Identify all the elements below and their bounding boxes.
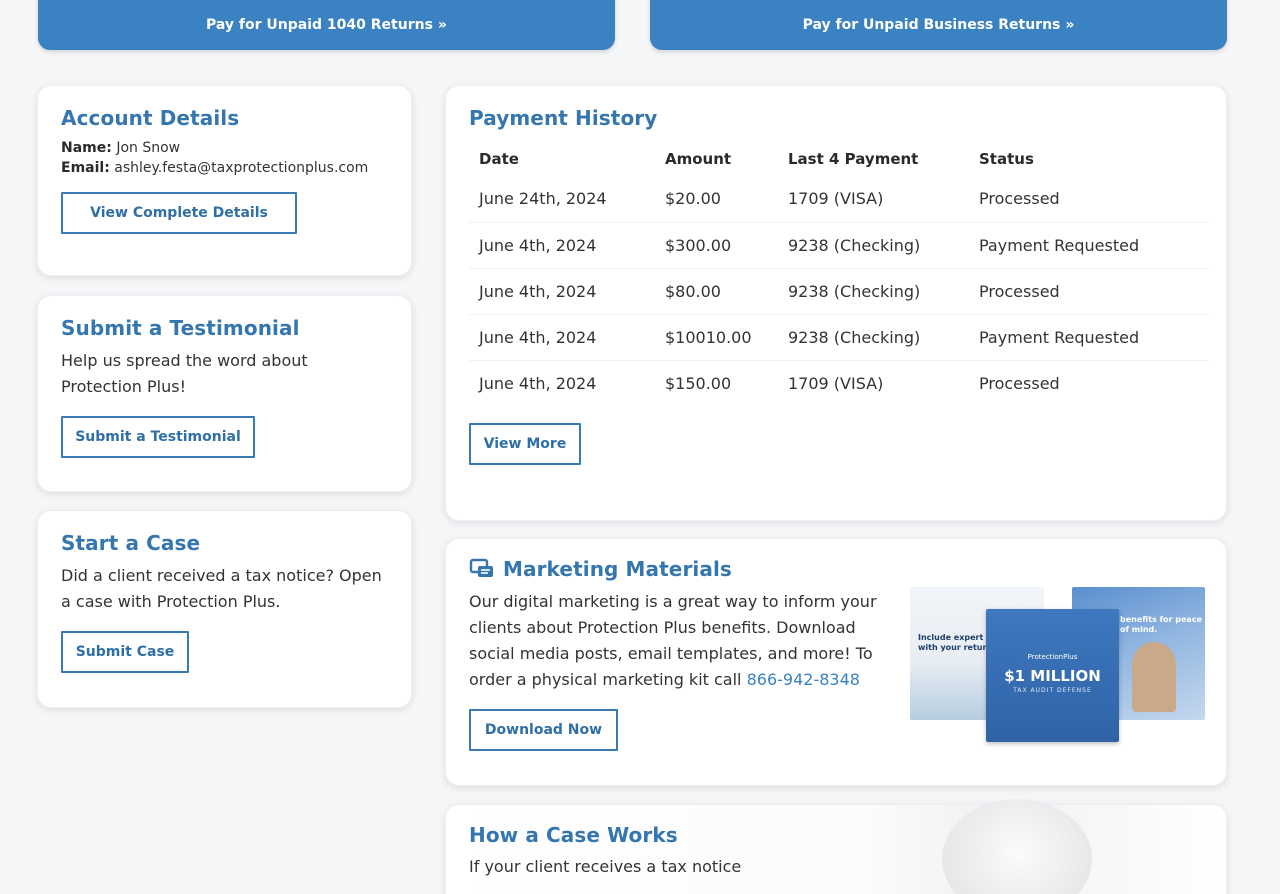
table-row: June 4th, 2024 $10010.00 9238 (Checking)… [469,314,1209,361]
cell-status: Payment Requested [969,314,1209,361]
payment-history-table: Date Amount Last 4 Payment Status June 2… [469,142,1209,406]
thumb-center-logo: ProtectionPlus [1027,653,1078,661]
payment-history-title: Payment History [469,106,658,130]
account-email-row: Email: ashley.festa@taxprotectionplus.co… [61,160,388,176]
pay-unpaid-1040-label: Pay for Unpaid 1040 Returns [206,17,433,33]
thumb-center-subtext: TAX AUDIT DEFENSE [1013,687,1092,694]
table-row: June 4th, 2024 $80.00 9238 (Checking) Pr… [469,268,1209,315]
account-details-title: Account Details [61,106,240,130]
column-header-date: Date [479,150,519,168]
email-label: Email: [61,160,110,176]
person-image [1132,642,1176,712]
cell-date: June 4th, 2024 [469,222,655,269]
table-row: June 24th, 2024 $20.00 1709 (VISA) Proce… [469,176,1209,223]
start-case-title: Start a Case [61,531,201,555]
cell-last4: 9238 (Checking) [778,314,969,361]
view-more-button[interactable]: View More [469,423,581,465]
how-case-works-title: How a Case Works [469,823,678,847]
marketing-materials-card: Marketing Materials Our digital marketin… [445,538,1227,786]
marketing-title-row: Marketing Materials [469,557,1203,581]
how-case-works-card: How a Case Works If your client receives… [445,799,1227,894]
column-header-last4: Last 4 Payment [788,150,919,168]
thumb-right-text: benefits for peace of mind. [1120,615,1202,634]
thumb-center-headline: $1 MILLION [1004,667,1101,685]
start-case-card: Start a Case Did a client received a tax… [37,510,412,708]
double-chevron-right-icon: » [437,17,447,33]
account-details-card: Account Details Name: Jon Snow Email: as… [37,85,412,276]
account-name-row: Name: Jon Snow [61,140,388,156]
marketing-text: Our digital marketing is a great way to … [469,589,894,693]
table-header-row: Date Amount Last 4 Payment Status [469,142,1209,176]
cell-amount: $10010.00 [655,314,778,361]
cell-last4: 9238 (Checking) [778,222,969,269]
marketing-title: Marketing Materials [503,557,732,581]
pay-unpaid-business-button[interactable]: Pay for Unpaid Business Returns » [650,0,1227,50]
payment-history-card: Payment History Date Amount Last 4 Payme… [445,85,1227,521]
cell-status: Processed [969,268,1209,315]
cell-date: June 24th, 2024 [469,176,655,223]
cell-amount: $80.00 [655,268,778,315]
email-value: ashley.festa@taxprotectionplus.com [114,160,369,176]
start-case-text: Did a client received a tax notice? Open… [61,566,382,611]
cell-date: June 4th, 2024 [479,373,597,393]
cell-status: Processed [979,373,1060,393]
how-case-works-text: If your client receives a tax notice [469,857,742,876]
pay-unpaid-business-label: Pay for Unpaid Business Returns [802,17,1061,33]
marketing-thumbnail-center: ProtectionPlus $1 MILLION TAX AUDIT DEFE… [986,609,1119,742]
double-chevron-right-icon: » [1065,17,1075,33]
submit-case-button[interactable]: Submit Case [61,631,189,673]
cell-last4: 9238 (Checking) [778,268,969,315]
cell-last4: 1709 (VISA) [788,373,884,393]
cell-amount: $300.00 [655,222,778,269]
submit-testimonial-button[interactable]: Submit a Testimonial [61,416,255,458]
marketing-materials-icon [469,558,495,580]
marketing-phone-link[interactable]: 866-942-8348 [747,670,860,689]
cell-status: Processed [969,176,1209,223]
testimonial-text: Help us spread the word about Protection… [61,351,308,396]
table-row: June 4th, 2024 $300.00 9238 (Checking) P… [469,222,1209,269]
testimonial-card: Submit a Testimonial Help us spread the … [37,295,412,492]
cell-amount: $150.00 [665,373,732,393]
pay-unpaid-1040-button[interactable]: Pay for Unpaid 1040 Returns » [38,0,615,50]
name-value: Jon Snow [116,140,181,156]
cell-amount: $20.00 [655,176,778,223]
view-complete-details-button[interactable]: View Complete Details [61,192,297,234]
table-row: June 4th, 2024 $150.00 1709 (VISA) Proce… [469,360,1209,406]
name-label: Name: [61,140,112,156]
column-header-amount: Amount [665,150,732,168]
cell-date: June 4th, 2024 [469,268,655,315]
cell-date: June 4th, 2024 [469,314,655,361]
cell-status: Payment Requested [969,222,1209,269]
download-now-button[interactable]: Download Now [469,709,618,751]
testimonial-title: Submit a Testimonial [61,316,300,340]
cell-last4: 1709 (VISA) [778,176,969,223]
column-header-status: Status [979,150,1034,168]
